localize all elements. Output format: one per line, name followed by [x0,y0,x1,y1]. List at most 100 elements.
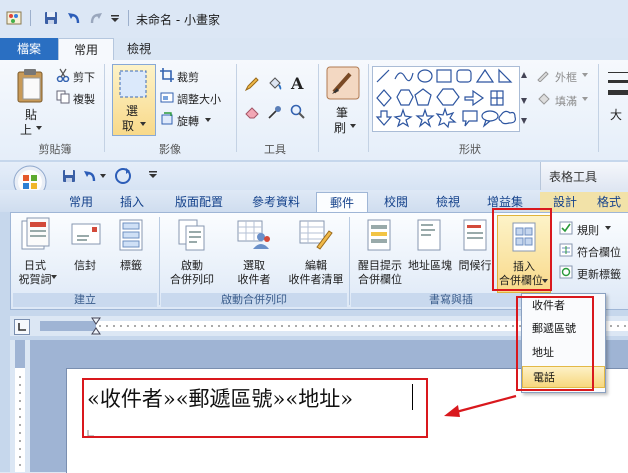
paste-sub-label[interactable]: 上 [20,121,32,138]
rules-icon[interactable] [559,221,573,235]
copy-icon[interactable] [56,90,70,104]
word-title-bar: 表格工具 [0,162,628,199]
chevron-down-icon [51,275,57,279]
tab-view[interactable]: 檢視 [424,192,472,212]
undo-icon[interactable] [82,168,98,184]
cut-label[interactable]: 剪下 [73,69,95,85]
brush-icon [326,66,360,100]
highlight-merge-fields-button[interactable]: 醒目提示 合併欄位 [351,215,409,289]
shapes-gallery[interactable] [372,66,520,132]
fill-icon[interactable] [536,92,550,106]
paint-ribbon: 貼 上 剪下 複製 剪貼簿 選 取 裁剪 調整大小 旋轉 影像 A 工具 筆 刷… [0,60,628,161]
vertical-ruler[interactable] [10,340,30,472]
outline-icon[interactable] [536,68,550,82]
cut-icon[interactable] [56,68,70,82]
size-label[interactable]: 大 [610,106,622,123]
select-recipients-label: 選取 [243,259,265,272]
chevron-down-icon [582,97,588,101]
edit-recipient-list-sub-label: 收件者清單 [288,273,344,286]
eraser-icon[interactable] [244,104,260,120]
highlight-box-document-text [82,378,428,438]
tab-references[interactable]: 參考資料 [238,192,314,212]
text-tool-icon[interactable]: A [291,74,303,93]
update-labels-icon[interactable] [559,265,573,279]
highlight-box-dropdown [516,296,594,391]
start-mail-merge-sub-label: 合併列印 [170,273,214,286]
rules-label[interactable]: 規則 [577,222,599,238]
rotate-label[interactable]: 旋轉 [177,113,199,129]
fill-bucket-icon[interactable] [267,76,283,92]
resize-label[interactable]: 調整大小 [177,91,221,107]
tab-view[interactable]: 檢視 [112,38,166,60]
paint-tab-bar: 檔案 常用 檢視 [0,38,628,62]
select-sub-label: 取 [122,119,135,133]
select-recipients-button[interactable]: 選取 收件者 [223,215,285,289]
address-block-button[interactable]: 地址區塊 [405,215,455,275]
tab-home[interactable]: 常用 [58,38,114,62]
envelopes-button[interactable]: 信封 [63,215,107,275]
start-mail-merge-button[interactable]: 啟動 合併列印 [161,215,223,289]
rotate-icon[interactable] [160,112,174,126]
greeting-line-button[interactable]: 問候行 [455,215,495,275]
paint-app-icon[interactable] [6,10,22,26]
magnifier-icon[interactable] [290,104,306,120]
edit-recipient-list-label: 編輯 [305,259,327,272]
copy-label[interactable]: 複製 [73,91,95,107]
table-tools-header: 表格工具 [540,162,628,190]
update-labels-label[interactable]: 更新標籤 [577,266,621,282]
outline-label[interactable]: 外框 [555,69,577,85]
shapes-group-label: 形狀 [459,143,481,156]
tab-insert[interactable]: 插入 [104,192,160,212]
select-icon [119,70,147,98]
color-picker-icon[interactable] [267,104,283,120]
tab-page-layout[interactable]: 版面配置 [160,192,238,212]
match-fields-label[interactable]: 符合欄位 [577,244,621,260]
start-mail-merge-label: 啟動 [181,259,203,272]
tab-file[interactable]: 檔案 [0,38,58,60]
start-mail-merge-icon [178,219,205,251]
envelopes-label: 信封 [74,259,96,272]
repeat-icon[interactable] [114,167,132,185]
edit-recipient-list-icon [299,220,333,250]
chevron-down-icon [36,126,42,130]
undo-icon[interactable] [66,10,82,26]
select-recipients-sub-label: 收件者 [237,273,271,286]
image-group-label: 影像 [159,143,181,156]
gallery-scroll-icon[interactable] [519,68,529,128]
labels-label: 標籤 [120,259,142,272]
brush-sub-label: 刷 [334,121,347,135]
tab-review[interactable]: 校閱 [368,192,424,212]
shapes-icon [375,68,516,129]
size-icon[interactable] [608,68,628,108]
save-icon[interactable] [62,169,76,183]
highlight-merge-fields-sub-label: 合併欄位 [358,273,402,286]
chevron-down-icon [205,118,211,122]
tab-selector-icon[interactable] [14,319,30,335]
tab-home[interactable]: 常用 [58,192,104,212]
paste-icon[interactable] [16,68,46,104]
start-mail-merge-group-label: 啟動合併列印 [161,293,347,307]
address-block-icon [417,219,441,251]
redo-icon[interactable] [88,10,104,26]
edit-recipient-list-button[interactable]: 編輯 收件者清單 [285,215,347,289]
match-fields-icon[interactable] [559,243,573,257]
save-icon[interactable] [44,11,58,25]
envelope-icon [71,223,101,245]
tab-table-layout[interactable]: 格式 [590,192,628,212]
highlight-merge-fields-icon [367,219,391,251]
chinese-envelope-icon [21,217,50,250]
resize-icon[interactable] [160,90,174,104]
select-button[interactable]: 選 取 [112,64,156,136]
crop-icon[interactable] [160,68,174,82]
fill-label[interactable]: 填滿 [555,93,577,109]
greeting-line-icon [463,219,487,251]
tab-mailings[interactable]: 郵件 [316,192,368,214]
brush-button[interactable]: 筆 刷 [322,64,366,136]
quick-access-dropdown-icon[interactable] [110,15,120,23]
quick-access-dropdown-icon[interactable] [148,171,158,179]
paint-title-bar: 未命名 - 小畫家 [0,0,628,38]
crop-label[interactable]: 裁剪 [177,69,199,85]
pencil-icon[interactable] [244,76,260,92]
chevron-down-icon[interactable] [100,174,106,178]
labels-button[interactable]: 標籤 [109,215,153,275]
